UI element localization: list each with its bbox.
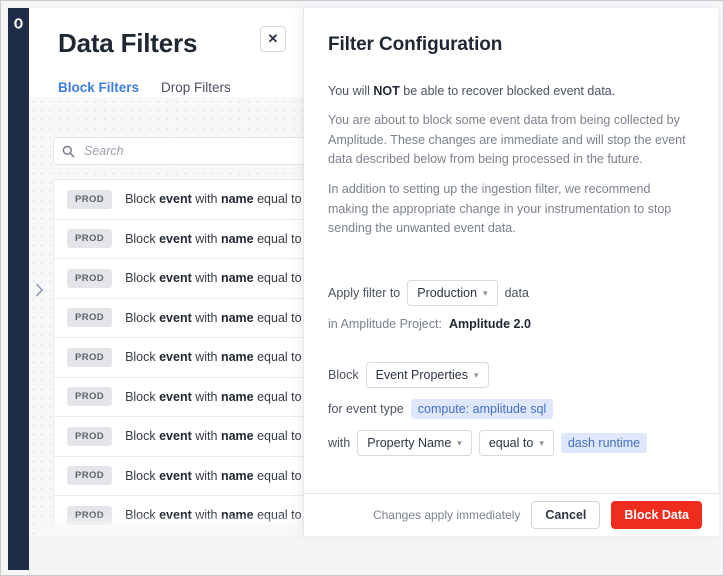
filters-list-body: PRODBlock event with name equal to AccoP… — [37, 97, 304, 536]
with-label: with — [328, 436, 351, 451]
project-label: in Amplitude Project: — [328, 317, 442, 332]
warning-emphasis: NOT — [373, 84, 400, 98]
table-row[interactable]: PROD Block event with name equal to Com — [53, 495, 304, 535]
block-data-button[interactable]: Block Data — [611, 501, 702, 529]
table-row[interactable]: PROD Block event with name equal to App — [53, 258, 304, 298]
apply-filter-suffix: data — [504, 286, 529, 301]
chevron-down-icon: ▾ — [474, 369, 479, 380]
apply-filter-label: Apply filter to — [328, 286, 401, 301]
status-badge: PROD — [67, 426, 113, 446]
block-type-select[interactable]: Event Properties ▾ — [365, 362, 489, 389]
status-badge: PROD — [67, 347, 113, 367]
search-box[interactable] — [53, 137, 304, 165]
operator-select-value: equal to — [488, 436, 534, 451]
screen: Data Filters ✕ Block Filters Drop Filter… — [0, 0, 724, 576]
event-type-chip[interactable]: compute: amplitude sql — [410, 399, 554, 420]
warning-suffix: be able to recover blocked event data. — [399, 84, 616, 98]
block-type-select-value: Event Properties — [375, 368, 468, 383]
status-badge: PROD — [67, 505, 113, 525]
property-condition-row: with Property Name ▾ equal to ▾ dash run… — [328, 430, 694, 457]
project-name: Amplitude 2.0 — [448, 317, 531, 332]
table-row[interactable]: PROD Block event with name equal to Char — [53, 376, 304, 416]
block-label: Block — [328, 368, 359, 383]
app-sidebar-rail — [8, 8, 29, 570]
filter-description: Block event with name equal to Chec — [125, 429, 304, 444]
filter-description: Block event with name equal to Bacl — [125, 350, 304, 365]
rail-expand-handle[interactable] — [31, 279, 47, 301]
environment-select[interactable]: Production ▾ — [407, 280, 498, 307]
filter-description: Block event with name equal to Acco — [125, 192, 304, 207]
modal-header: Data Filters ✕ Block Filters Drop Filter… — [37, 8, 304, 107]
chevron-down-icon: ▾ — [539, 437, 544, 448]
event-type-row: for event type compute: amplitude sql — [328, 399, 694, 420]
drawer-footer: Changes apply immediately Cancel Block D… — [304, 493, 719, 536]
filter-description: Block event with name equal to App — [125, 271, 304, 286]
close-icon[interactable]: ✕ — [260, 26, 286, 52]
table-row[interactable]: PROD Block event with name equal to Chec — [53, 416, 304, 456]
warning-text: You will NOT be able to recover blocked … — [328, 82, 694, 100]
block-type-row: Block Event Properties ▾ — [328, 362, 694, 389]
amplitude-logo-icon — [9, 14, 28, 33]
data-filters-pane: Data Filters ✕ Block Filters Drop Filter… — [37, 8, 304, 536]
table-row[interactable]: PROD Block event with name equal to App — [53, 297, 304, 337]
operator-select[interactable]: equal to ▾ — [478, 430, 554, 457]
status-badge: PROD — [67, 466, 113, 486]
warning-prefix: You will — [328, 84, 374, 98]
table-row[interactable]: PROD Block event with name equal to Bacl — [53, 337, 304, 377]
project-row: in Amplitude Project: Amplitude 2.0 — [328, 317, 694, 331]
footer-note: Changes apply immediately — [372, 508, 521, 522]
drawer-title: Filter Configuration — [328, 34, 503, 55]
status-badge: PROD — [67, 387, 113, 407]
property-name-select-value: Property Name — [367, 436, 452, 451]
status-badge: PROD — [67, 268, 113, 288]
drawer-content: Filter Configuration You will NOT be abl… — [304, 8, 718, 493]
form-spacer — [328, 342, 694, 362]
chevron-down-icon: ▾ — [483, 287, 488, 298]
event-type-label: for event type — [328, 402, 404, 417]
cancel-button[interactable]: Cancel — [531, 501, 601, 529]
table-row[interactable]: PROD Block event with name equal to Acco — [53, 179, 304, 219]
table-row[interactable]: PROD Block event with name equal to Acco — [53, 218, 304, 258]
table-row[interactable]: PROD Block event with name equal to Com — [53, 455, 304, 495]
filter-description: Block event with name equal to Com — [125, 508, 304, 523]
chevron-down-icon: ▾ — [457, 437, 462, 448]
data-filters-modal: Data Filters ✕ Block Filters Drop Filter… — [37, 8, 719, 536]
property-value-chip[interactable]: dash runtime — [560, 433, 648, 454]
filter-configuration-drawer: Filter Configuration You will NOT be abl… — [303, 8, 719, 536]
search-input[interactable] — [84, 144, 304, 158]
filter-description: Block event with name equal to App — [125, 310, 304, 325]
status-badge: PROD — [67, 308, 113, 328]
environment-select-value: Production — [417, 286, 478, 301]
table-row[interactable]: PRODBlock event with name equal to Cust — [53, 534, 304, 536]
filter-description: Block event with name equal to Com — [125, 468, 304, 483]
property-name-select[interactable]: Property Name ▾ — [357, 430, 472, 457]
status-badge: PROD — [67, 229, 113, 249]
filter-description: Block event with name equal to Char — [125, 389, 304, 404]
status-badge: PROD — [67, 189, 113, 209]
apply-filter-row: Apply filter to Production ▾ data — [328, 280, 694, 307]
filter-description: Block event with name equal to Acco — [125, 231, 304, 246]
description-paragraph-2: In addition to setting up the ingestion … — [328, 182, 672, 235]
description-paragraph-1: You are about to block some event data f… — [328, 113, 686, 166]
page-title: Data Filters — [58, 28, 198, 58]
filters-list: PRODBlock event with name equal to AccoP… — [53, 179, 304, 536]
search-icon — [62, 145, 75, 158]
